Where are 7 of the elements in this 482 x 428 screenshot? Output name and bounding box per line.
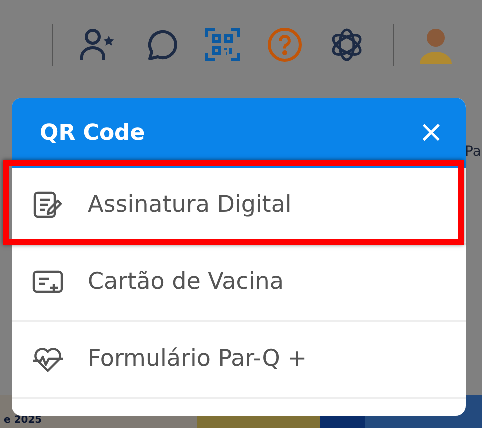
page-text: Pa xyxy=(465,143,482,162)
item-label: Formulário Par-Q + xyxy=(88,345,307,374)
dialog-title: QR Code xyxy=(40,120,146,148)
item-label: Cartão de Vacina xyxy=(88,268,284,298)
item-label: Assinatura Digital xyxy=(88,191,292,220)
banner-heading: e 2025 xyxy=(4,416,42,426)
close-button[interactable]: × xyxy=(418,118,444,148)
